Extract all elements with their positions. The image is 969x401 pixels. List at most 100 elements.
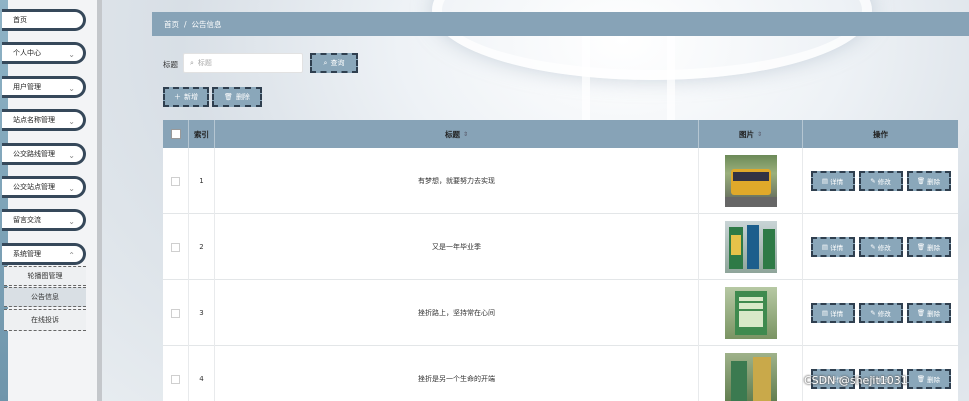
header-image-label: 图片: [738, 129, 754, 139]
edit-button[interactable]: ✎ 修改: [858, 171, 903, 191]
sidebar-item-user-management[interactable]: 用户管理 ⌄: [2, 76, 86, 98]
header-checkbox-cell: [163, 120, 189, 148]
breadcrumb-home[interactable]: 首页: [164, 19, 179, 30]
chevron-down-icon: ⌄: [68, 151, 75, 160]
sidebar: 首页 个人中心 ⌄ 用户管理 ⌄ 站点名称管理 ⌄ 公交路线管理 ⌄ 公交站点管…: [2, 0, 98, 401]
sidebar-item-label: 用户管理: [13, 83, 41, 91]
table-row: 3 挫折路上，坚持常在心间 ▤ 详情 ✎ 修改 🗑 删除: [163, 280, 958, 346]
trash-icon: 🗑: [916, 309, 926, 317]
row-title: 挫折路上，坚持常在心间: [215, 280, 699, 346]
chevron-down-icon: ⌄: [68, 184, 75, 193]
bus-photo[interactable]: [724, 155, 777, 207]
row-checkbox-cell: [163, 346, 189, 401]
sidebar-item-label: 留言交流: [13, 216, 41, 224]
row-image-cell: [699, 280, 803, 346]
row-checkbox-cell: [163, 214, 189, 280]
row-index: 2: [189, 214, 215, 280]
edit-button[interactable]: ✎ 修改: [858, 237, 903, 257]
row-title: 挫折是另一个生命的开端: [215, 346, 699, 401]
sidebar-item-bus-stop-management[interactable]: 公交站点管理 ⌄: [2, 176, 86, 198]
sidebar-item-system-management[interactable]: 系统管理 ⌃: [2, 243, 86, 265]
row-actions: ▤ 详情 ✎ 修改 🗑 删除: [803, 214, 958, 280]
delete-label: 删除: [927, 244, 941, 252]
pencil-icon: ✎: [870, 243, 876, 251]
submenu-item-announcements[interactable]: 公告信息: [4, 287, 86, 307]
sort-icon[interactable]: ⇕: [463, 131, 468, 138]
sidebar-item-label: 站点名称管理: [13, 116, 55, 124]
delete-button[interactable]: 🗑 删除: [906, 237, 951, 257]
submenu-item-carousel-management[interactable]: 轮播图管理: [4, 266, 86, 286]
search-placeholder: 标题: [197, 59, 212, 67]
delete-label: 删除: [927, 178, 941, 186]
trash-icon: 🗑: [916, 375, 926, 383]
delete-button[interactable]: 🗑 删除: [906, 303, 951, 323]
row-actions: ▤ 详情 ✎ 修改 🗑 删除: [803, 148, 958, 214]
breadcrumb-current: 公告信息: [191, 19, 222, 29]
select-all-checkbox[interactable]: [170, 129, 181, 139]
sidebar-item-bus-route-management[interactable]: 公交路线管理 ⌄: [2, 143, 86, 165]
delete-button[interactable]: 🗑 删除: [906, 171, 951, 191]
row-checkbox[interactable]: [171, 242, 180, 252]
delete-button[interactable]: 🗑 删除: [906, 369, 951, 389]
chevron-down-icon: ⌄: [68, 50, 75, 59]
chevron-up-icon: ⌃: [68, 251, 75, 260]
station-board-photo[interactable]: [724, 287, 777, 339]
header-title[interactable]: 标题 ⇕: [215, 120, 699, 148]
add-button-label: 新增: [184, 93, 198, 101]
header-image[interactable]: 图片 ⇕: [699, 120, 803, 148]
bus-stop-sign-photo[interactable]: [724, 221, 777, 273]
row-index: 3: [189, 280, 215, 346]
breadcrumb: 首页 / 公告信息: [152, 12, 969, 36]
submenu-item-label: 轮播图管理: [27, 272, 63, 280]
detail-button[interactable]: ▤ 详情: [810, 171, 855, 191]
header-index-label: 索引: [194, 129, 209, 139]
row-title: 有梦想，就要努力去实现: [215, 148, 699, 214]
pencil-icon: ✎: [870, 309, 876, 317]
sidebar-item-label: 系统管理: [13, 250, 41, 258]
table-row: 2 又是一年毕业季 ▤ 详情 ✎ 修改 🗑 删除: [163, 214, 958, 280]
row-image-cell: [699, 214, 803, 280]
detail-label: 详情: [830, 244, 844, 252]
edit-label: 修改: [877, 310, 891, 318]
file-icon: ▤: [821, 309, 829, 317]
chevron-down-icon: ⌄: [68, 217, 75, 226]
search-button-label: 查询: [330, 59, 345, 67]
row-checkbox[interactable]: [171, 308, 180, 318]
delete-label: 删除: [927, 310, 941, 318]
row-image-cell: [699, 346, 803, 401]
search-input[interactable]: ⌕ 标题: [183, 53, 303, 73]
sidebar-item-message-exchange[interactable]: 留言交流 ⌄: [2, 209, 86, 231]
file-icon: ▤: [821, 177, 829, 185]
file-icon: ▤: [821, 243, 829, 251]
row-image-cell: [699, 148, 803, 214]
search-icon: ⌕: [190, 58, 194, 67]
sidebar-item-station-name-management[interactable]: 站点名称管理 ⌄: [2, 109, 86, 131]
edit-button[interactable]: ✎ 修改: [858, 303, 903, 323]
street-board-photo[interactable]: [724, 353, 777, 401]
header-actions-label: 操作: [873, 129, 888, 139]
sidebar-item-personal-center[interactable]: 个人中心 ⌄: [2, 42, 86, 64]
search-button[interactable]: ⌕ 查询: [310, 53, 358, 73]
trash-icon: 🗑: [224, 93, 233, 101]
sort-icon[interactable]: ⇕: [757, 131, 762, 138]
row-checkbox[interactable]: [171, 176, 180, 186]
row-checkbox[interactable]: [171, 374, 180, 384]
delete-button-label: 删除: [235, 93, 250, 101]
delete-label: 删除: [927, 376, 941, 384]
header-index: 索引: [189, 120, 215, 148]
batch-delete-button[interactable]: 🗑 删除: [212, 87, 262, 107]
add-button[interactable]: ＋ 新增: [163, 87, 209, 107]
table-header: 索引 标题 ⇕ 图片 ⇕ 操作: [163, 120, 958, 148]
header-actions: 操作: [803, 120, 958, 148]
sidebar-item-home[interactable]: 首页: [2, 9, 86, 31]
submenu-item-online-complaints[interactable]: 在线投诉: [4, 309, 86, 331]
plus-icon: ＋: [174, 93, 181, 101]
trash-icon: 🗑: [916, 243, 926, 251]
detail-button[interactable]: ▤ 详情: [810, 237, 855, 257]
row-index: 4: [189, 346, 215, 401]
detail-button[interactable]: ▤ 详情: [810, 303, 855, 323]
row-index: 1: [189, 148, 215, 214]
header-title-label: 标题: [444, 129, 460, 139]
pencil-icon: ✎: [870, 177, 876, 185]
row-actions: ▤ 详情 ✎ 修改 🗑 删除: [803, 280, 958, 346]
